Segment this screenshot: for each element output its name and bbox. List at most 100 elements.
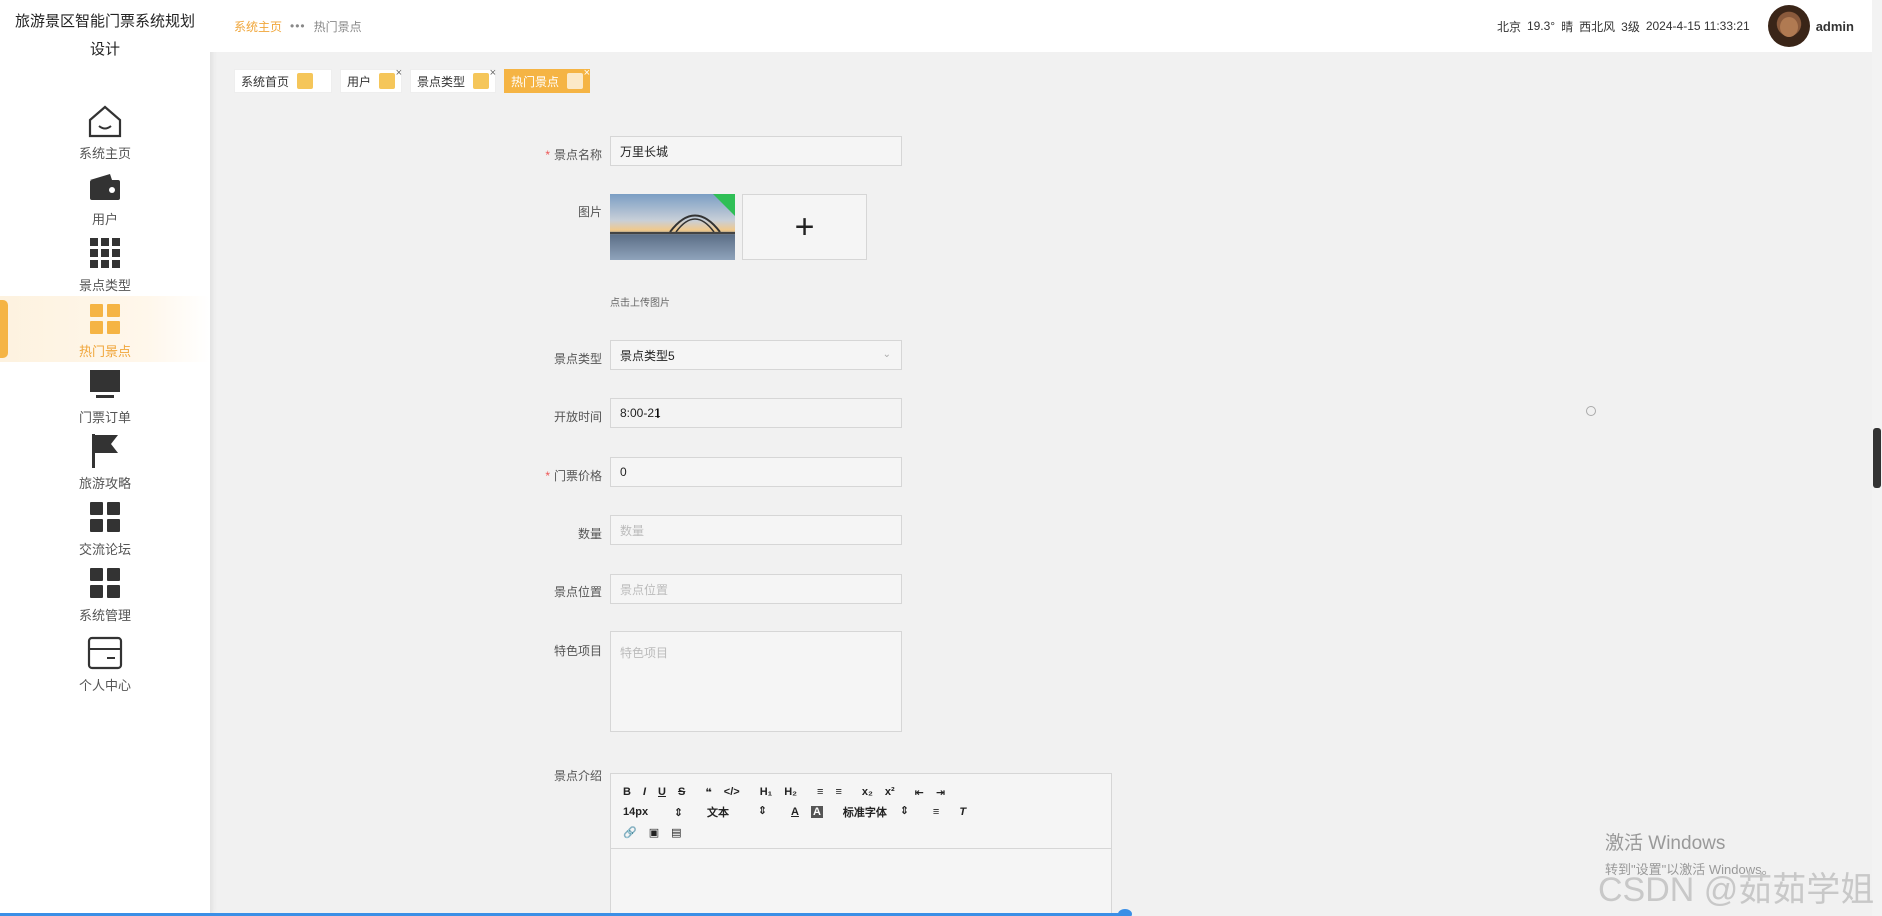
- bullet-list-icon[interactable]: ≡: [835, 786, 841, 798]
- qty-input[interactable]: 数量: [610, 515, 902, 545]
- sidebar-item-label: 门票订单: [78, 409, 131, 425]
- upload-tip: 点击上传图片: [610, 298, 670, 309]
- image-label: 图片: [577, 205, 602, 219]
- video-icon[interactable]: ▤: [671, 826, 681, 839]
- page-scrollbar[interactable]: [1872, 0, 1882, 916]
- username[interactable]: admin: [1816, 19, 1854, 34]
- sidebar-item-label: 旅游攻略: [78, 475, 131, 491]
- scenic-image-thumbnail[interactable]: [610, 194, 735, 260]
- sidebar-menu: 系统主页 用户 景点类型 热门景点 门票订单 旅游攻略 交流论坛 系统管理 个人…: [0, 98, 210, 696]
- updown-icon: ⇕: [899, 805, 909, 817]
- header-info: 北京 19.3° 晴 西北风 3级 2024-4-15 11:33:21 adm…: [1491, 5, 1854, 47]
- code-icon[interactable]: </>: [724, 786, 740, 798]
- progress-handle[interactable]: [1118, 909, 1132, 916]
- close-icon[interactable]: ×: [584, 67, 590, 79]
- feature-textarea[interactable]: 特色项目: [610, 631, 902, 732]
- flag-icon: [85, 431, 125, 471]
- breadcrumb: 系统主页 ••• 热门景点: [234, 18, 362, 35]
- sidebar-item-scenic-type[interactable]: 景点类型: [0, 230, 210, 296]
- grid-four-icon: [85, 497, 125, 537]
- wallet-icon: [85, 167, 125, 207]
- house-icon: [85, 101, 125, 141]
- quote-icon[interactable]: ❝: [705, 786, 711, 799]
- close-icon[interactable]: ×: [396, 67, 402, 79]
- italic-icon[interactable]: I: [643, 786, 646, 798]
- tab-label: 景点类型: [417, 74, 466, 89]
- price-label: * 门票价格: [545, 469, 602, 483]
- tab-label: 系统首页: [241, 74, 290, 89]
- strikethrough-icon[interactable]: S: [678, 786, 685, 798]
- underline-icon[interactable]: U: [658, 786, 666, 798]
- sidebar-item-guides[interactable]: 旅游攻略: [0, 428, 210, 494]
- monitor-icon: [85, 365, 125, 405]
- subscript-icon[interactable]: x₂: [862, 786, 873, 798]
- breadcrumb-current: 热门景点: [313, 19, 362, 34]
- editor-toolbar: B I U S ❝ </> H₁ H₂ ≡ ≡ x₂ x² ⇤ ⇥ 14px ⇕ …: [611, 774, 1111, 849]
- updown-icon: ⇕: [673, 806, 683, 819]
- align-icon[interactable]: ≡: [933, 806, 939, 818]
- app-title: 旅游景区智能门票系统规划设计: [14, 13, 195, 58]
- location-input[interactable]: 景点位置: [610, 574, 902, 604]
- chevron-down-icon: ⌄: [882, 349, 891, 360]
- close-icon[interactable]: ×: [490, 67, 496, 79]
- top-header: 系统主页 ••• 热门景点 北京 19.3° 晴 西北风 3级 2024-4-1…: [210, 0, 1882, 52]
- link-icon[interactable]: 🔗: [623, 826, 637, 839]
- sidebar-item-label: 热门景点: [78, 343, 131, 359]
- background-color-icon[interactable]: A: [810, 806, 823, 818]
- sidebar-item-label: 系统管理: [78, 607, 131, 623]
- price-input[interactable]: 0: [610, 457, 902, 487]
- sidebar: 旅游景区智能门票系统规划设计 系统主页 用户 景点类型 热门景点 门票订单 旅游…: [0, 0, 210, 916]
- name-label: * 景点名称: [545, 148, 602, 162]
- weather-condition: 晴: [1561, 19, 1574, 34]
- tab-scenic-type[interactable]: 景点类型 ×: [410, 67, 497, 93]
- superscript-icon[interactable]: x²: [885, 786, 895, 798]
- outdent-icon[interactable]: ⇤: [915, 786, 924, 799]
- h1-icon[interactable]: H₁: [760, 786, 773, 798]
- location-label: 景点位置: [553, 585, 602, 599]
- sidebar-item-users[interactable]: 用户: [0, 164, 210, 230]
- tab-users[interactable]: 用户 ×: [340, 67, 403, 93]
- sidebar-item-label: 个人中心: [78, 677, 131, 693]
- clear-format-icon[interactable]: T: [959, 806, 966, 818]
- updown-icon: ⇕: [757, 805, 767, 817]
- required-mark: *: [545, 148, 550, 162]
- intro-label: 景点介绍: [553, 769, 602, 783]
- name-input[interactable]: 万里长城: [610, 136, 902, 166]
- rich-text-editor[interactable]: B I U S ❝ </> H₁ H₂ ≡ ≡ x₂ x² ⇤ ⇥ 14px ⇕ …: [610, 773, 1112, 916]
- sidebar-item-system[interactable]: 系统管理: [0, 560, 210, 626]
- tab-bar: 系统首页 用户 × 景点类型 × 热门景点 ×: [234, 67, 598, 93]
- sidebar-item-home[interactable]: 系统主页: [0, 98, 210, 164]
- avatar[interactable]: [1767, 5, 1810, 47]
- sidebar-item-hot-spots[interactable]: 热门景点: [0, 296, 210, 362]
- feature-label: 特色项目: [553, 644, 602, 658]
- tab-home[interactable]: 系统首页: [234, 69, 333, 93]
- sidebar-item-profile[interactable]: 个人中心: [0, 630, 210, 696]
- breadcrumb-home[interactable]: 系统主页: [234, 18, 282, 35]
- font-color-icon[interactable]: A: [791, 806, 799, 818]
- upload-button[interactable]: +: [742, 194, 867, 260]
- font-size-select[interactable]: 14px ⇕: [623, 806, 695, 819]
- tab-label: 用户: [347, 74, 372, 89]
- scrollbar-thumb[interactable]: [1873, 428, 1881, 488]
- qty-label: 数量: [577, 527, 602, 541]
- tab-icon: [567, 73, 584, 89]
- font-family-select[interactable]: 标准字体 ⇕: [843, 804, 921, 820]
- sidebar-item-orders[interactable]: 门票订单: [0, 362, 210, 428]
- datetime: 2024-4-15 11:33:21: [1645, 19, 1750, 33]
- h2-icon[interactable]: H₂: [784, 786, 797, 798]
- tab-icon: [297, 73, 314, 89]
- sidebar-item-label: 交流论坛: [78, 541, 131, 557]
- ordered-list-icon[interactable]: ≡: [817, 786, 823, 798]
- sidebar-item-label: 景点类型: [78, 277, 131, 293]
- type-select[interactable]: 景点类型5 ⌄: [610, 340, 902, 370]
- image-icon[interactable]: ▣: [649, 826, 659, 839]
- open-time-input[interactable]: 8:00-21: [610, 398, 902, 428]
- sidebar-item-forum[interactable]: 交流论坛: [0, 494, 210, 560]
- bold-icon[interactable]: B: [623, 786, 631, 798]
- weather-city: 北京: [1496, 19, 1521, 34]
- tab-hot-spots[interactable]: 热门景点 ×: [504, 67, 591, 93]
- text-style-select[interactable]: 文本 ⇕: [707, 804, 779, 820]
- tab-label: 热门景点: [511, 74, 560, 89]
- grid-four-icon: [85, 299, 125, 339]
- indent-icon[interactable]: ⇥: [936, 786, 945, 799]
